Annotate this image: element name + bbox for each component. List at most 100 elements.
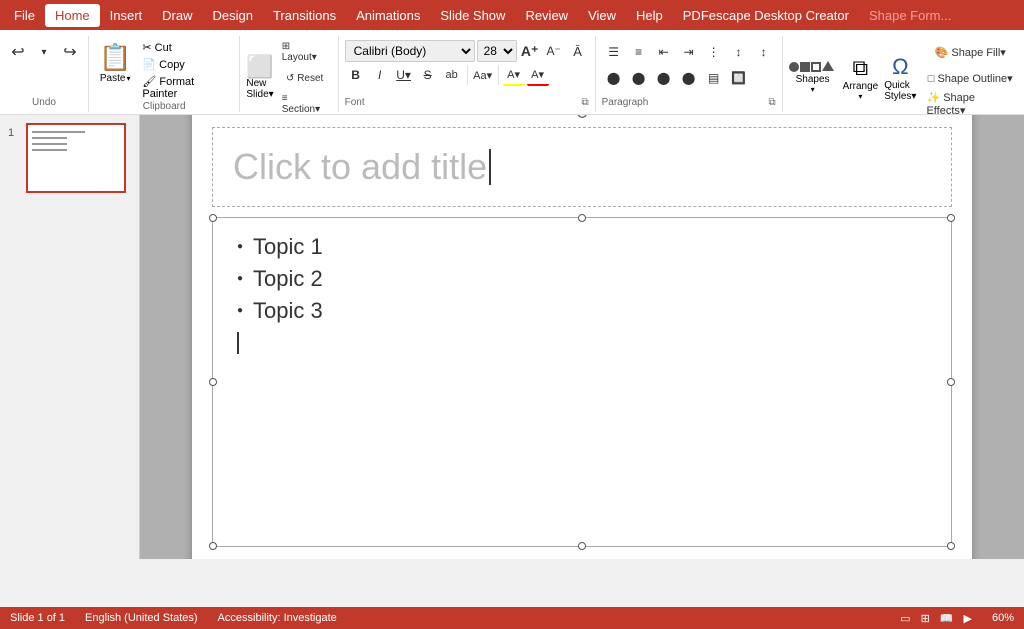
reading-view-button[interactable]: 📖 xyxy=(940,612,954,625)
normal-view-button[interactable]: ▭ xyxy=(900,612,910,625)
shape-effects-button[interactable]: ✨ Shape Effects▾ xyxy=(922,92,1018,116)
paragraph-group: ☰ ≡ ⇤ ⇥ ⋮ ↕ ↕ ⬤ ⬤ ⬤ ⬤ ▤ 🔲 Para xyxy=(596,36,783,112)
font-size-select[interactable]: 28 xyxy=(477,40,517,62)
numbering-button[interactable]: ≡ xyxy=(627,40,651,64)
bullet-dot-3: ● xyxy=(237,305,243,316)
layout-button[interactable]: ⊞ Layout▾ xyxy=(278,40,332,64)
decrease-font-size-button[interactable]: A⁻ xyxy=(543,40,565,62)
menu-help[interactable]: Help xyxy=(626,4,673,27)
slide-content-area[interactable]: ● Topic 1 ● Topic 2 ● Topic 3 xyxy=(212,217,952,547)
decrease-indent-button[interactable]: ⇤ xyxy=(652,40,676,64)
undo-button[interactable]: ↩ xyxy=(6,40,30,64)
menu-file[interactable]: File xyxy=(4,4,45,27)
align-center-button[interactable]: ⬤ xyxy=(627,66,651,90)
clipboard-content: 📋 Paste▾ ✂ Cut 📄 Copy 🖌 Format Painter xyxy=(95,40,233,101)
bullet-text-1[interactable]: Topic 1 xyxy=(253,234,323,260)
highlight-color-button[interactable]: A▾ xyxy=(503,64,525,86)
slide-1-thumb[interactable] xyxy=(26,123,126,193)
menu-pdfescape[interactable]: PDFescape Desktop Creator xyxy=(673,4,859,27)
drawing-content: Shapes ▾ ⧉ Arrange ▾ Ω QuickStyles▾ 🎨 Sh… xyxy=(789,40,1018,116)
font-color-button[interactable]: A▾ xyxy=(527,64,549,86)
bullet-text-2[interactable]: Topic 2 xyxy=(253,266,323,292)
rotate-handle[interactable]: ↻ xyxy=(575,115,588,124)
shapes-button[interactable]: Shapes ▾ xyxy=(789,62,837,94)
language-info: English (United States) xyxy=(85,612,198,624)
quick-styles-button[interactable]: Ω QuickStyles▾ xyxy=(884,54,916,102)
increase-font-size-button[interactable]: A⁺ xyxy=(519,40,541,62)
slide-sorter-button[interactable]: ⊞ xyxy=(921,612,930,625)
smartart-button[interactable]: 🔲 xyxy=(727,66,751,90)
case-button[interactable]: Aa▾ xyxy=(472,64,494,86)
align-left-button[interactable]: ⬤ xyxy=(602,66,626,90)
menu-shape-format[interactable]: Shape Form... xyxy=(859,4,961,27)
handle-bottom-left[interactable] xyxy=(209,542,217,550)
increase-indent-button[interactable]: ⇥ xyxy=(677,40,701,64)
strikethrough-button[interactable]: S xyxy=(417,64,439,86)
section-button[interactable]: ≡ Section▾ xyxy=(278,92,332,116)
cut-button[interactable]: ✂ Cut xyxy=(139,40,233,55)
slide-1-number: 1 xyxy=(8,127,22,139)
menu-transitions[interactable]: Transitions xyxy=(263,4,346,27)
arrange-button[interactable]: ⧉ Arrange ▾ xyxy=(843,55,879,101)
slide-title-area[interactable]: ↻ Click to add title xyxy=(212,127,952,207)
bullet-dot-1: ● xyxy=(237,241,243,252)
bullets-button[interactable]: ☰ xyxy=(602,40,626,64)
columns-button[interactable]: ⋮ xyxy=(702,40,726,64)
slides-buttons: ⬜ NewSlide▾ ⊞ Layout▾ ↺ Reset ≡ Section▾ xyxy=(246,40,331,116)
undo-dropdown-button[interactable]: ▾ xyxy=(32,40,56,64)
shape-fill-button[interactable]: 🎨 Shape Fill▾ xyxy=(922,40,1018,64)
handle-bottom-right[interactable] xyxy=(947,542,955,550)
menu-view[interactable]: View xyxy=(578,4,626,27)
thumb-line2 xyxy=(32,137,67,139)
justify-button[interactable]: ⬤ xyxy=(677,66,701,90)
new-slide-label: NewSlide▾ xyxy=(246,78,273,100)
bullet-text-3[interactable]: Topic 3 xyxy=(253,298,323,324)
para-group-bottom: Paragraph ⧉ xyxy=(602,97,776,108)
font-family-select[interactable]: Calibri (Body) xyxy=(345,40,475,62)
shape-outline-button[interactable]: □ Shape Outline▾ xyxy=(922,66,1018,90)
zoom-level: 60% xyxy=(992,612,1014,624)
format-painter-button[interactable]: 🖌 Format Painter xyxy=(139,74,233,101)
italic-button[interactable]: I xyxy=(369,64,391,86)
copy-button[interactable]: 📄 Copy xyxy=(139,57,233,72)
font-separator2 xyxy=(498,65,499,85)
new-slide-button[interactable]: ⬜ NewSlide▾ xyxy=(246,56,273,100)
handle-bottom-center[interactable] xyxy=(578,542,586,550)
title-placeholder[interactable]: Click to add title xyxy=(233,146,487,188)
redo-button[interactable]: ↪ xyxy=(58,40,82,64)
menu-home[interactable]: Home xyxy=(45,4,100,27)
slideshow-button[interactable]: ▶ xyxy=(964,612,972,625)
align-text-button[interactable]: ▤ xyxy=(702,66,726,90)
align-right-button[interactable]: ⬤ xyxy=(652,66,676,90)
para-settings-button[interactable]: ↕ xyxy=(727,40,751,64)
main-area: 1 ↻ Click to add title xyxy=(0,115,1024,559)
clipboard-group-label: Clipboard xyxy=(143,101,186,112)
thumb-line3 xyxy=(32,143,67,145)
clear-formatting-button[interactable]: Ā xyxy=(567,40,589,62)
bullet-cursor-item xyxy=(237,330,927,354)
handle-top-center[interactable] xyxy=(578,214,586,222)
menu-draw[interactable]: Draw xyxy=(152,4,202,27)
para-dialog-launcher[interactable]: ⧉ xyxy=(768,97,775,108)
handle-middle-right[interactable] xyxy=(947,378,955,386)
bullet-item-2: ● Topic 2 xyxy=(237,266,927,292)
handle-middle-left[interactable] xyxy=(209,378,217,386)
reset-button[interactable]: ↺ Reset xyxy=(278,66,332,90)
paste-button[interactable]: 📋 Paste▾ xyxy=(95,40,135,101)
handle-top-right[interactable] xyxy=(947,214,955,222)
clipboard-group: 📋 Paste▾ ✂ Cut 📄 Copy 🖌 Format Painter C… xyxy=(89,36,240,112)
underline-button[interactable]: U▾ xyxy=(393,64,415,86)
shadow-button[interactable]: ab xyxy=(441,64,463,86)
slide-canvas[interactable]: ↻ Click to add title ● Topic 1 xyxy=(192,115,972,559)
text-direction-button[interactable]: ↕ xyxy=(752,40,776,64)
menu-insert[interactable]: Insert xyxy=(100,4,153,27)
handle-top-left[interactable] xyxy=(209,214,217,222)
menu-design[interactable]: Design xyxy=(203,4,263,27)
menu-review[interactable]: Review xyxy=(515,4,578,27)
slide-panel: 1 xyxy=(0,115,140,559)
menu-animations[interactable]: Animations xyxy=(346,4,430,27)
font-dialog-launcher[interactable]: ⧉ xyxy=(581,97,588,108)
bold-button[interactable]: B xyxy=(345,64,367,86)
canvas-area[interactable]: ↻ Click to add title ● Topic 1 xyxy=(140,115,1024,559)
menu-slideshow[interactable]: Slide Show xyxy=(430,4,515,27)
